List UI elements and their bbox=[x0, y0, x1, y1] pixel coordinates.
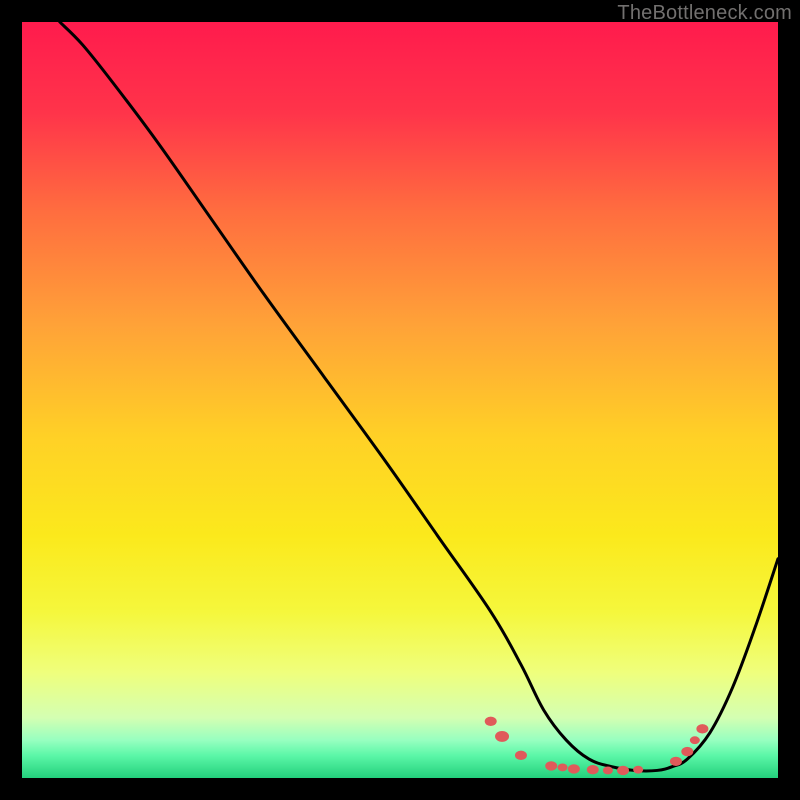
plot-area bbox=[22, 22, 778, 778]
marker-dot bbox=[633, 766, 643, 774]
marker-dot bbox=[495, 731, 509, 742]
marker-dot bbox=[545, 761, 557, 770]
marker-dot bbox=[568, 764, 580, 773]
chart-canvas: TheBottleneck.com bbox=[0, 0, 800, 800]
bottleneck-curve bbox=[60, 22, 778, 771]
marker-dot bbox=[696, 724, 708, 733]
marker-dot bbox=[515, 751, 527, 760]
marker-dot bbox=[603, 767, 613, 775]
watermark-text: TheBottleneck.com bbox=[617, 2, 792, 25]
marker-dot bbox=[558, 764, 568, 772]
marker-dot bbox=[681, 747, 693, 756]
marker-dot bbox=[617, 766, 629, 775]
marker-dot bbox=[690, 736, 700, 744]
marker-dot bbox=[670, 757, 682, 766]
marker-dot bbox=[587, 765, 599, 774]
chart-lines bbox=[22, 22, 778, 778]
marker-dot bbox=[485, 717, 497, 726]
